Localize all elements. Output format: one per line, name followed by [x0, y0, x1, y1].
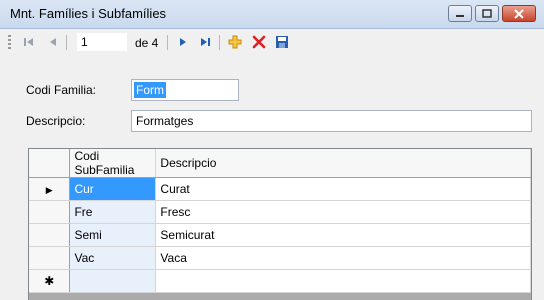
add-new-button[interactable] — [225, 33, 245, 51]
close-icon — [514, 8, 524, 19]
minimize-button[interactable] — [448, 5, 472, 22]
toolbar-separator — [66, 35, 67, 50]
grid-table: Codi SubFamilia Descripcio ▶ Cur Curat F… — [29, 149, 531, 293]
new-row[interactable]: ✱ — [29, 269, 531, 293]
move-next-icon — [180, 38, 186, 46]
add-icon — [228, 35, 242, 49]
close-button[interactable] — [502, 5, 536, 22]
count-label: de 4 — [135, 36, 159, 50]
delete-button[interactable] — [249, 33, 269, 51]
maximize-button[interactable] — [475, 5, 499, 22]
table-row[interactable]: Vac Vaca — [29, 246, 531, 270]
subfamilies-grid[interactable]: Codi SubFamilia Descripcio ▶ Cur Curat F… — [28, 148, 532, 300]
move-previous-button[interactable] — [44, 33, 62, 51]
table-row[interactable]: ▶ Cur Curat — [29, 177, 531, 201]
cell-codi[interactable]: Semi — [69, 223, 157, 247]
toolbar-separator — [219, 35, 220, 50]
move-last-icon — [201, 38, 210, 46]
move-first-button[interactable] — [20, 33, 38, 51]
codi-familia-value: Form — [134, 82, 166, 98]
row-header[interactable]: ▶ — [29, 177, 71, 201]
window-controls — [448, 5, 536, 22]
cell-codi[interactable]: Cur — [69, 177, 157, 201]
main-window: Mnt. Famílies i Subfamílies 1 de 4 Codi … — [0, 0, 544, 300]
cell-descripcio[interactable] — [155, 269, 531, 293]
toolbar-grip[interactable] — [8, 35, 11, 50]
move-first-icon — [24, 38, 33, 46]
cell-codi[interactable]: Fre — [69, 200, 157, 224]
codi-familia-label: Codi Familia: — [26, 83, 97, 97]
current-row-icon: ▶ — [45, 185, 53, 195]
grid-header-row: Codi SubFamilia Descripcio — [29, 149, 531, 178]
cell-descripcio[interactable]: Fresc — [155, 200, 531, 224]
move-last-button[interactable] — [196, 33, 214, 51]
save-button[interactable] — [272, 33, 292, 51]
row-header[interactable] — [29, 246, 71, 270]
position-input[interactable]: 1 — [77, 33, 127, 51]
row-header[interactable] — [29, 223, 71, 247]
descripcio-field[interactable]: Formatges — [131, 110, 532, 132]
new-row-icon: ✱ — [44, 274, 55, 288]
delete-icon — [252, 35, 266, 49]
cell-descripcio[interactable]: Curat — [155, 177, 531, 201]
cell-descripcio[interactable]: Semicurat — [155, 223, 531, 247]
row-header[interactable]: ✱ — [29, 269, 71, 293]
column-header-codi[interactable]: Codi SubFamilia — [69, 149, 157, 178]
toolbar-separator — [167, 35, 168, 50]
column-header-descripcio[interactable]: Descripcio — [155, 149, 531, 178]
window-title: Mnt. Famílies i Subfamílies — [10, 6, 167, 21]
save-icon — [276, 36, 288, 48]
minimize-icon — [456, 14, 464, 17]
move-previous-icon — [50, 38, 56, 46]
row-header[interactable] — [29, 200, 71, 224]
maximize-icon — [482, 8, 492, 18]
title-bar: Mnt. Famílies i Subfamílies — [0, 0, 544, 29]
cell-codi[interactable]: Vac — [69, 246, 157, 270]
descripcio-label: Descripcio: — [26, 114, 86, 128]
grid-corner-header[interactable] — [29, 149, 71, 178]
table-row[interactable]: Fre Fresc — [29, 200, 531, 224]
codi-familia-field[interactable]: Form — [131, 79, 239, 101]
binding-navigator: 1 de 4 — [0, 29, 544, 55]
table-row[interactable]: Semi Semicurat — [29, 223, 531, 247]
cell-descripcio[interactable]: Vaca — [155, 246, 531, 270]
cell-codi[interactable] — [69, 269, 157, 293]
move-next-button[interactable] — [174, 33, 192, 51]
